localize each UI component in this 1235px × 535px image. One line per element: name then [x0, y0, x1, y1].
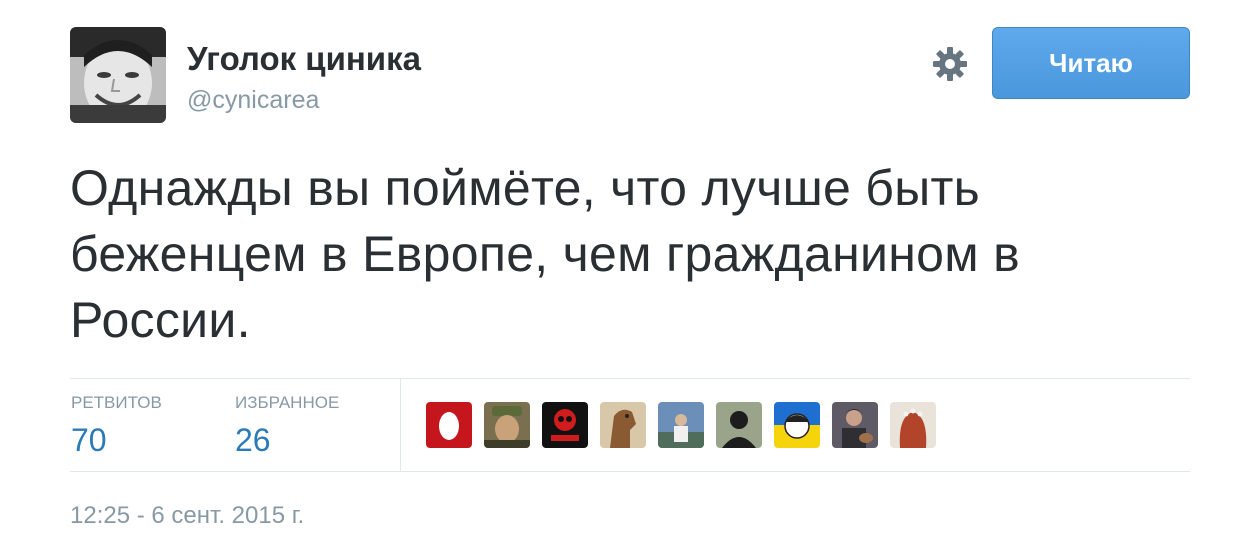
following-button[interactable]: Читаю	[992, 27, 1190, 99]
stats-bottom-divider	[70, 471, 1190, 472]
red-egg-avatar-icon[interactable]	[426, 402, 472, 448]
author-avatar[interactable]	[70, 27, 166, 123]
horse-avatar-icon[interactable]	[600, 402, 646, 448]
author-handle[interactable]: @cynicarea	[187, 86, 319, 115]
retweets-stat[interactable]: РЕТВИТОВ 70	[71, 393, 162, 459]
favorites-count: 26	[235, 422, 271, 458]
tweet-timestamp[interactable]: 12:25 - 6 сент. 2015 г.	[70, 502, 304, 530]
man-with-cap-avatar-icon[interactable]	[484, 402, 530, 448]
retweets-label: РЕТВИТОВ	[71, 393, 162, 412]
person-outdoors-avatar-icon[interactable]	[658, 402, 704, 448]
ukraine-cartoon-avatar-icon[interactable]	[774, 402, 820, 448]
stats-top-divider	[70, 378, 1190, 379]
stats-vertical-divider	[400, 378, 401, 471]
smiling-man-avatar-icon	[70, 27, 166, 123]
man-with-guitar-avatar-icon[interactable]	[832, 402, 878, 448]
girl-with-flowers-avatar-icon[interactable]	[890, 402, 936, 448]
author-name[interactable]: Уголок циника	[187, 40, 421, 78]
gear-icon[interactable]	[930, 44, 970, 84]
red-skull-band-avatar-icon[interactable]	[542, 402, 588, 448]
tweet-text: Однажды вы поймёте, что лучше быть бежен…	[70, 160, 1020, 348]
silhouette-avatar-icon[interactable]	[716, 402, 762, 448]
retweets-count: 70	[71, 422, 107, 458]
favorites-label: ИЗБРАННОЕ	[235, 393, 340, 412]
favorites-stat[interactable]: ИЗБРАННОЕ 26	[235, 393, 339, 459]
tweet-card: Уголок циника @cynicarea Читаю Однажды в…	[0, 0, 1235, 535]
